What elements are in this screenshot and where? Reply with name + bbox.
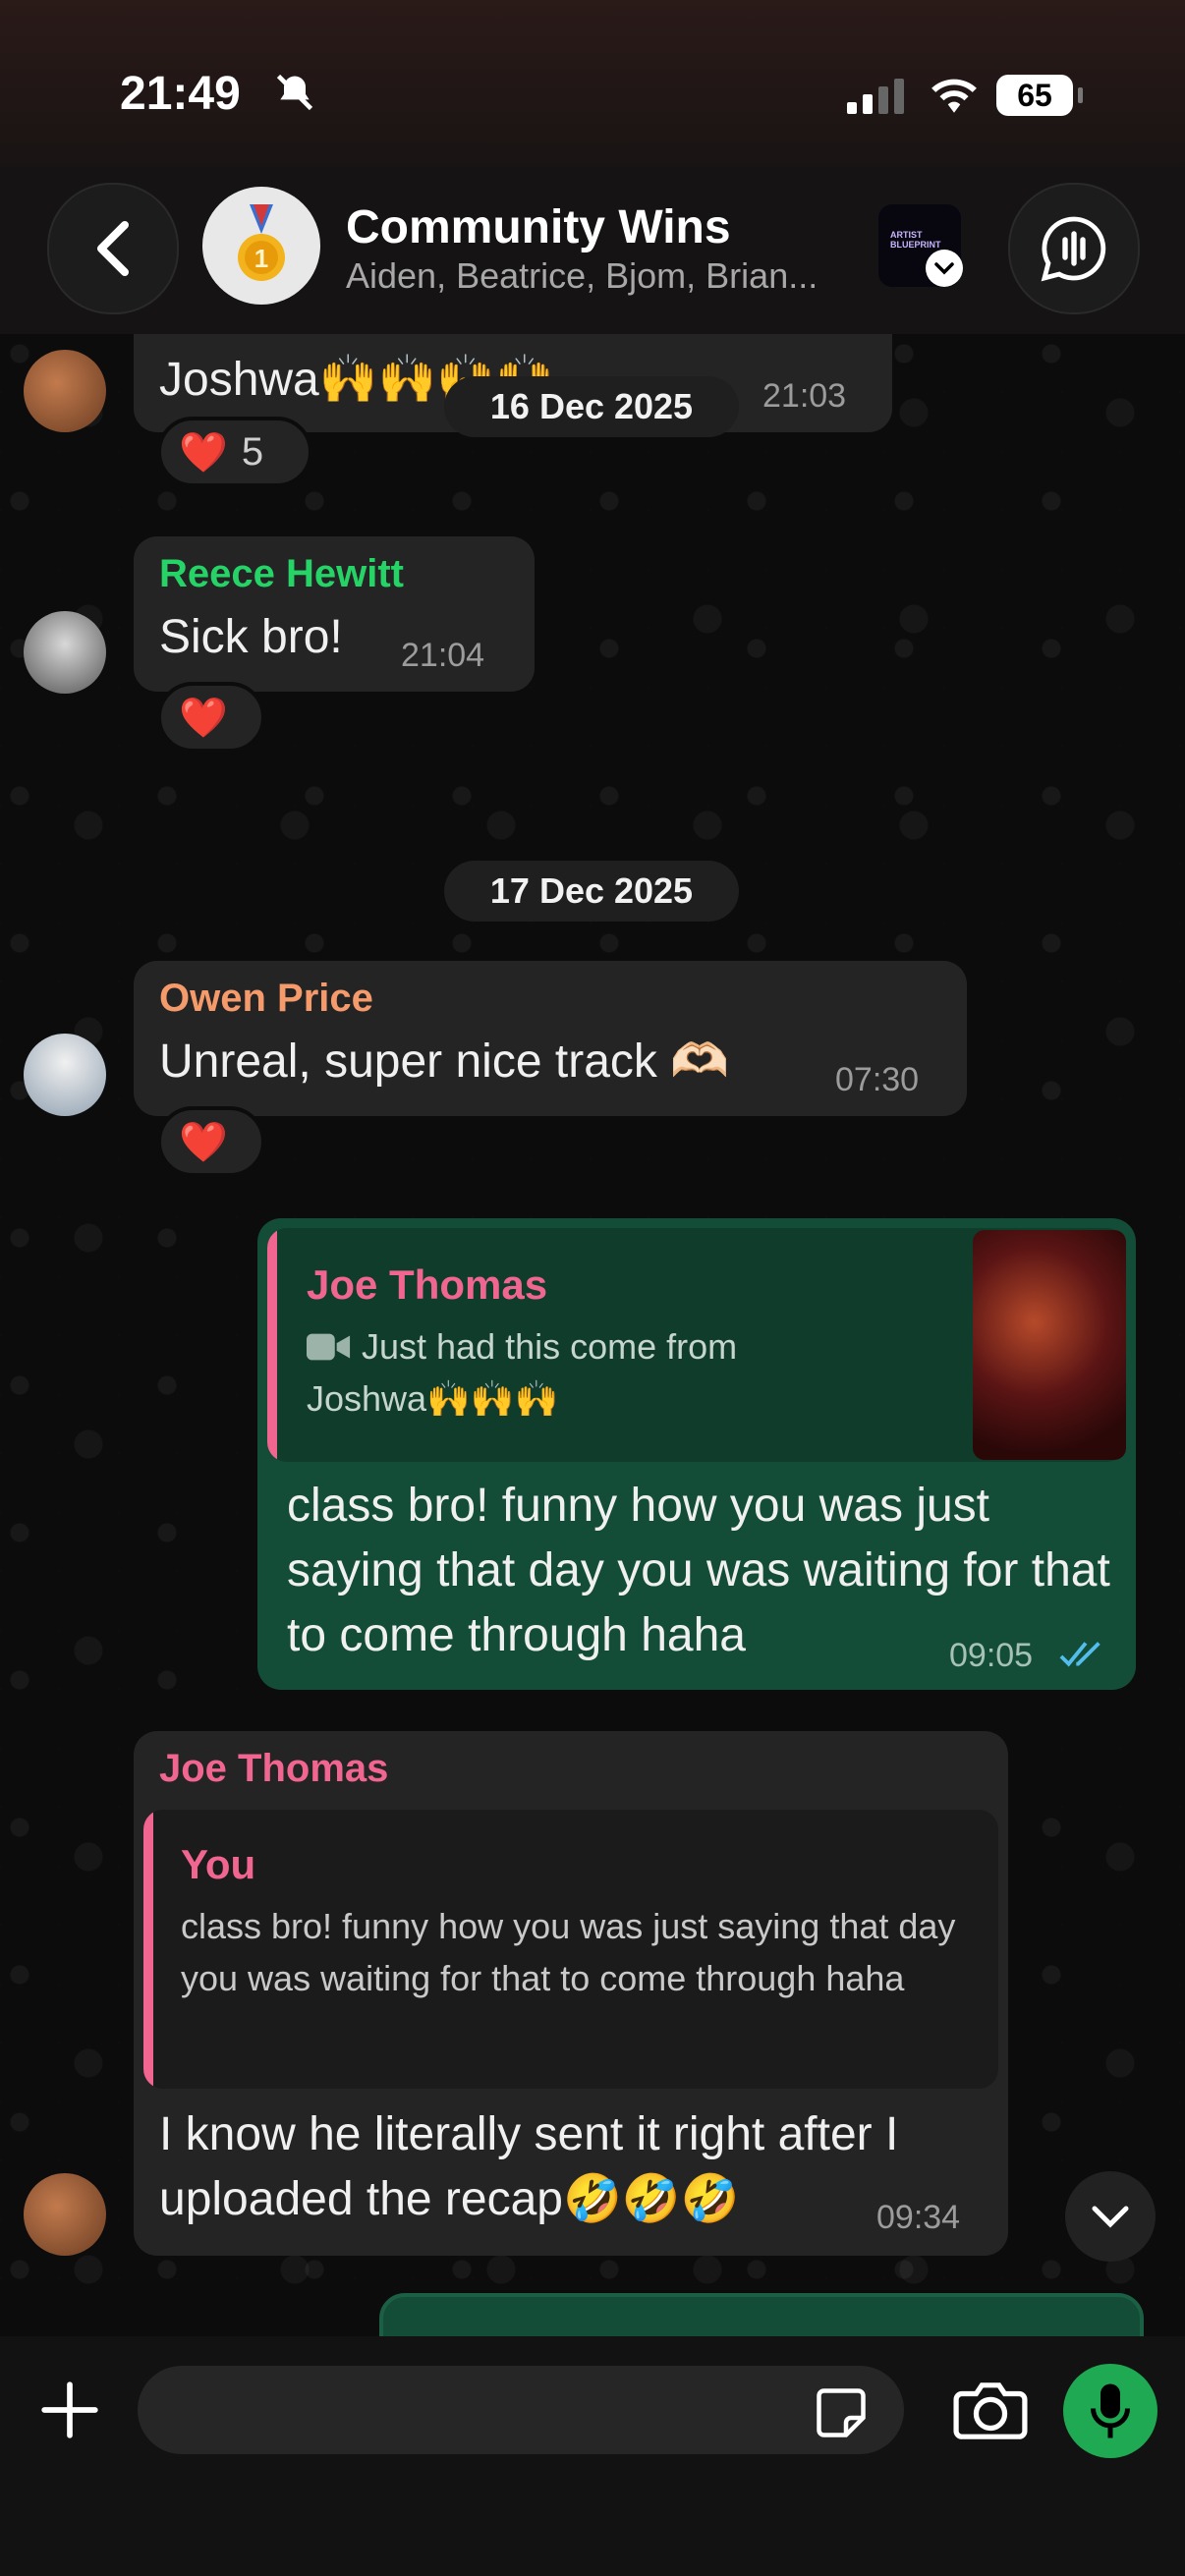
microphone-icon (1091, 2383, 1130, 2438)
chevron-down-icon (1092, 2206, 1129, 2228)
heart-emoji: ❤️ (179, 430, 228, 475)
quote-accent-bar (267, 1228, 277, 1462)
voice-waveform-icon (1041, 216, 1106, 282)
quoted-sender: Joe Thomas (307, 1261, 548, 1308)
group-call-button[interactable] (1008, 183, 1140, 314)
group-title[interactable]: Community Wins (346, 200, 731, 254)
message-time: 09:05 (949, 1637, 1034, 1674)
avatar[interactable] (24, 1034, 106, 1116)
sender-name[interactable]: Reece Hewitt (159, 552, 404, 596)
message-time: 21:04 (401, 637, 485, 674)
cellular-signal-icon (847, 79, 904, 114)
battery-indicator: 65 (996, 75, 1083, 116)
camera-icon[interactable] (953, 2380, 1028, 2442)
bell-muted-icon (276, 74, 313, 111)
heart-emoji: ❤️ (179, 1120, 228, 1164)
attach-button[interactable] (35, 2376, 104, 2444)
avatar[interactable] (24, 350, 106, 432)
read-receipt-icon (1059, 1642, 1100, 1667)
quoted-text: Just had this come from Joshwa🙌🙌🙌 (307, 1326, 738, 1419)
message-time: 21:03 (762, 377, 847, 415)
quote-accent-bar (143, 1810, 153, 2089)
scroll-to-bottom-button[interactable] (1065, 2171, 1156, 2262)
status-time: 21:49 (120, 68, 241, 120)
reaction-pill[interactable]: ❤️ (157, 682, 265, 753)
message-text: Unreal, super nice track 🫶🏻 (159, 1036, 729, 1088)
voice-record-button[interactable] (1063, 2364, 1157, 2458)
sender-name[interactable]: Owen Price (159, 977, 373, 1021)
message-input[interactable] (138, 2366, 904, 2454)
message-time: 09:34 (876, 2199, 961, 2236)
group-avatar[interactable]: 1 (202, 187, 320, 305)
message-text: Sick bro! (159, 611, 343, 663)
date-divider: 16 Dec 2025 (444, 376, 739, 437)
quoted-text: class bro! funny how you was just saying… (181, 1906, 956, 1998)
reaction-pill[interactable]: ❤️ 5 (157, 417, 312, 487)
plus-icon (41, 2381, 98, 2438)
back-button[interactable] (47, 183, 179, 314)
avatar[interactable] (24, 611, 106, 694)
chevron-left-icon (97, 221, 129, 276)
status-bar: 21:49 65 (0, 0, 1185, 187)
chat-header: 1 Community Wins Aiden, Beatrice, Bjom, … (0, 167, 1185, 334)
group-members[interactable]: Aiden, Beatrice, Bjom, Brian... (346, 255, 818, 297)
community-logo-text: ARTIST BLUEPRINT (890, 230, 941, 250)
svg-text:1: 1 (254, 244, 268, 273)
video-thumbnail[interactable] (973, 1230, 1126, 1460)
heart-emoji: ❤️ (179, 696, 228, 740)
message-composer (0, 2336, 1185, 2576)
reaction-count: 5 (241, 429, 264, 474)
message-time: 07:30 (835, 1061, 920, 1098)
avatar[interactable] (24, 2173, 106, 2256)
date-divider: 17 Dec 2025 (444, 861, 739, 922)
wifi-icon (931, 79, 977, 113)
gold-medal-icon: 1 (238, 204, 285, 281)
reaction-pill[interactable]: ❤️ (157, 1106, 265, 1177)
quoted-sender: You (181, 1841, 256, 1887)
sticker-icon[interactable] (812, 2383, 871, 2442)
sender-name[interactable]: Joe Thomas (159, 1747, 388, 1791)
chevron-down-icon[interactable] (926, 250, 963, 287)
